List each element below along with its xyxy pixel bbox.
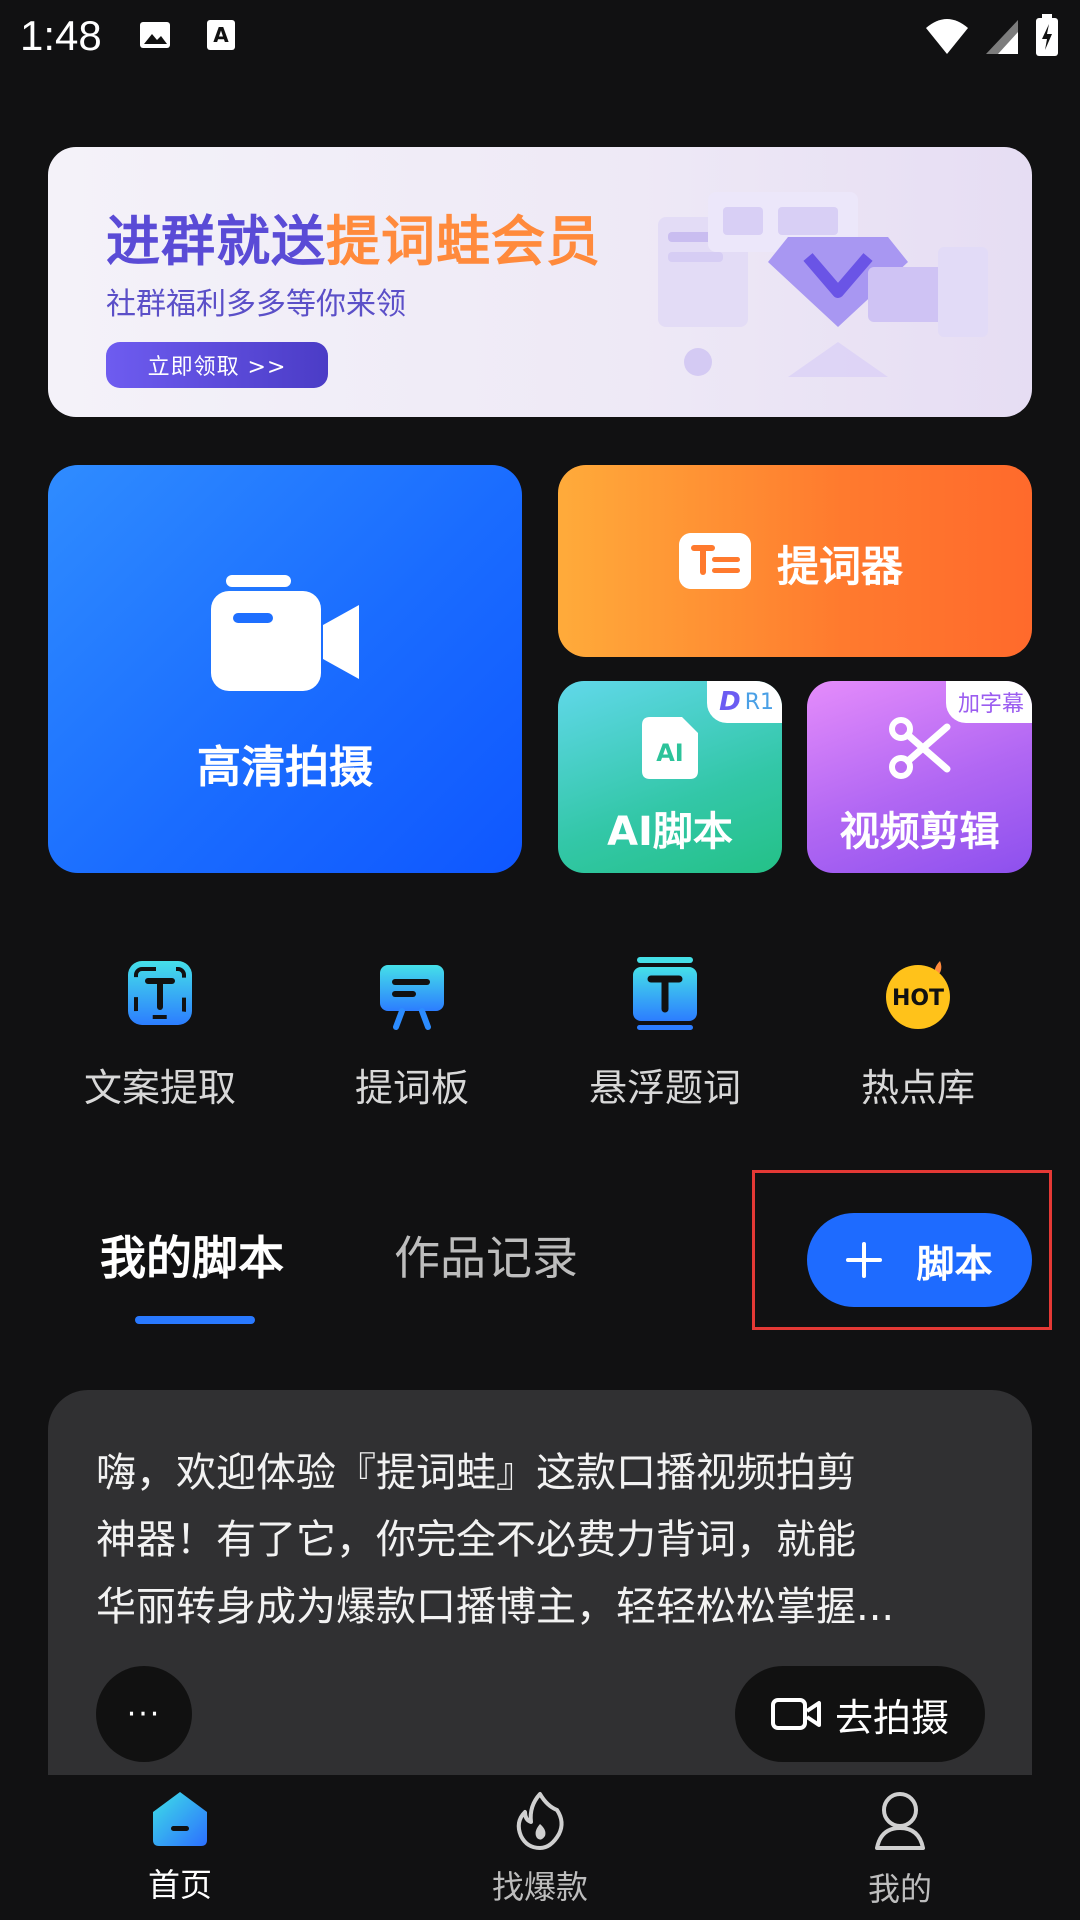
image-icon xyxy=(140,22,170,48)
banner-title: 进群就送提词蛙会员 xyxy=(106,210,601,273)
nav-find-hits[interactable]: 找爆款 xyxy=(440,1790,640,1908)
signal-icon xyxy=(986,20,1018,54)
svg-text:HOT: HOT xyxy=(892,986,944,1011)
tab-active-indicator xyxy=(135,1316,255,1324)
banner-claim-button[interactable]: 立即领取 >> xyxy=(106,342,328,388)
battery-charging-icon xyxy=(1036,14,1058,56)
script-line: 嗨，欢迎体验『提词蛙』这款口播视频拍剪 xyxy=(96,1450,856,1496)
tool-prompt-board-label: 提词板 xyxy=(354,1066,469,1110)
tool-hot-library[interactable]: HOT 热点库 xyxy=(793,955,1043,1112)
nav-profile[interactable]: 我的 xyxy=(800,1790,1000,1910)
status-time: 1:48 xyxy=(20,12,102,59)
teleprompter-card[interactable]: 提词器 xyxy=(558,465,1032,657)
video-edit-label: 视频剪辑 xyxy=(839,809,1000,855)
tab-work-records[interactable]: 作品记录 xyxy=(394,1222,578,1288)
script-line: 华丽转身成为爆款口播博主，轻轻松松掌握... xyxy=(96,1584,895,1630)
video-edit-card[interactable]: 加字幕 视频剪辑 xyxy=(807,681,1032,873)
script-line: 神器！有了它，你完全不必费力背词，就能 xyxy=(96,1517,856,1563)
plus-icon xyxy=(846,1242,883,1278)
fire-icon xyxy=(516,1792,564,1850)
tool-floating-prompt[interactable]: 悬浮题词 xyxy=(540,955,790,1112)
banner-subtitle: 社群福利多多等你来领 xyxy=(106,287,406,322)
profile-icon xyxy=(875,1792,925,1850)
video-icon xyxy=(770,1698,821,1730)
scissors-icon xyxy=(888,717,950,779)
wifi-icon xyxy=(926,19,968,54)
teleprompter-icon xyxy=(679,533,751,589)
text-extract-icon xyxy=(128,961,192,1025)
ai-script-card[interactable]: D R1 AI AI脚本 xyxy=(558,681,782,873)
tool-text-extract[interactable]: 文案提取 xyxy=(35,955,285,1112)
hd-shoot-card[interactable]: 高清拍摄 xyxy=(48,465,522,873)
script-preview-text: 嗨，欢迎体验『提词蛙』这款口播视频拍剪 神器！有了它，你完全不必费力背词，就能 … xyxy=(96,1440,996,1641)
nav-find-hits-label: 找爆款 xyxy=(491,1868,588,1906)
banner-illustration xyxy=(658,192,988,377)
svg-text:A: A xyxy=(213,23,229,47)
ai-document-icon: AI xyxy=(642,717,698,779)
deepseek-r1-badge: D R1 xyxy=(707,681,782,723)
video-camera-icon xyxy=(211,575,359,691)
svg-text:AI: AI xyxy=(656,739,684,767)
subtitle-badge: 加字幕 xyxy=(945,681,1032,723)
hot-icon: HOT xyxy=(886,961,950,1029)
status-right-icons xyxy=(924,14,1060,58)
add-script-label: 脚本 xyxy=(916,1241,993,1286)
prompt-board-icon xyxy=(380,965,444,1030)
hd-shoot-label: 高清拍摄 xyxy=(197,742,373,793)
deepseek-logo-icon: D xyxy=(719,687,741,717)
tool-hot-library-label: 热点库 xyxy=(860,1066,975,1110)
go-shoot-button[interactable]: 去拍摄 xyxy=(735,1666,985,1762)
home-icon xyxy=(153,1792,207,1846)
accessibility-a-icon: A xyxy=(207,20,235,50)
teleprompter-label: 提词器 xyxy=(777,542,904,591)
nav-home[interactable]: 首页 xyxy=(80,1790,280,1906)
floating-prompt-icon xyxy=(633,957,697,1030)
ai-script-label: AI脚本 xyxy=(607,809,733,855)
tool-prompt-board[interactable]: 提词板 xyxy=(287,955,537,1112)
tool-text-extract-label: 文案提取 xyxy=(83,1066,236,1110)
add-script-button[interactable]: 脚本 xyxy=(807,1213,1032,1307)
go-shoot-label: 去拍摄 xyxy=(834,1695,949,1740)
promo-banner[interactable]: 进群就送提词蛙会员 社群福利多多等你来领 立即领取 >> xyxy=(48,147,1032,417)
nav-home-label: 首页 xyxy=(147,1866,212,1904)
tool-floating-prompt-label: 悬浮题词 xyxy=(588,1066,741,1110)
tab-my-scripts[interactable]: 我的脚本 xyxy=(100,1222,284,1288)
script-card[interactable]: 嗨，欢迎体验『提词蛙』这款口播视频拍剪 神器！有了它，你完全不必费力背词，就能 … xyxy=(48,1390,1032,1790)
more-options-button[interactable]: ··· xyxy=(96,1666,192,1762)
nav-profile-label: 我的 xyxy=(867,1870,932,1908)
